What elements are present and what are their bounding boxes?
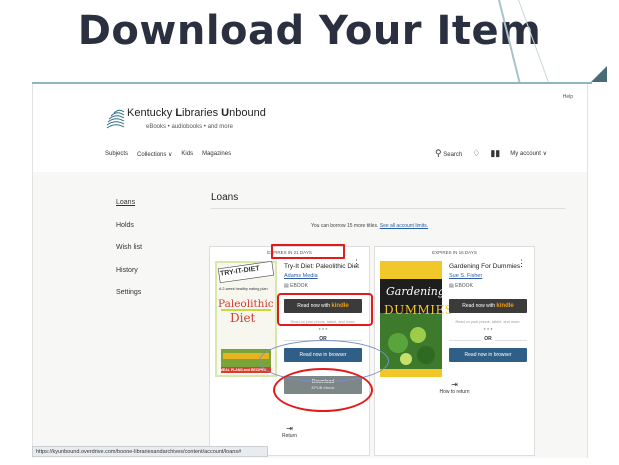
kindle-highlight	[277, 293, 373, 326]
brand-tagline: eBooks • audiobooks • and more	[146, 124, 233, 130]
website-screenshot: Help Kentucky Libraries Unbound eBooks •…	[32, 84, 588, 458]
search-label: Search	[443, 152, 463, 158]
nav-item-collections[interactable]: Collections ∨	[137, 151, 172, 158]
brand-name[interactable]: Kentucky Libraries Unbound	[127, 107, 266, 119]
help-link[interactable]: Help	[563, 94, 573, 100]
return-icon: ⇥	[451, 380, 458, 389]
search-button[interactable]: ⚲ Search	[435, 148, 462, 159]
or-text: OR	[481, 336, 495, 342]
cover-word1: Paleolithic	[218, 298, 274, 310]
book-cover[interactable]	[380, 261, 442, 377]
header-actions: ⚲ Search ♢ ▮▮ My account ∨	[435, 148, 547, 159]
read-note: Read on your phone, tablet, and more.	[455, 320, 521, 324]
format-label: ▤ EBOOK	[284, 283, 308, 289]
brand-letter: U	[221, 107, 230, 119]
book-author[interactable]: Sue S. Fisher	[449, 273, 482, 279]
page-title: Loans	[211, 192, 239, 203]
account-limits-link[interactable]: See all account limits.	[380, 223, 428, 229]
cover-word2: DUMMIES	[384, 303, 454, 317]
sidebar-item-settings[interactable]: Settings	[116, 282, 142, 305]
how-to-return-link[interactable]: ⇥ How to return	[375, 380, 534, 396]
divider	[211, 208, 565, 209]
borrow-note: You can borrow 15 more titles. See all a…	[311, 223, 428, 229]
nav-item-magazines[interactable]: Magazines	[202, 151, 231, 158]
brand-word: nbound	[229, 107, 266, 119]
read-in-browser-button[interactable]: Read now in browser	[449, 348, 527, 362]
brand-word: Kentucky	[127, 107, 176, 119]
or-label: OR	[449, 336, 527, 342]
cover-subtitle: A 2-week healthy eating plan	[219, 287, 268, 291]
cover-word1: Gardening	[386, 285, 445, 298]
expires-label: EXPIRES IN 16 DAYS	[432, 250, 477, 255]
sidebar-item-holds[interactable]: Holds	[116, 215, 142, 238]
book-icon: ▤	[284, 283, 289, 289]
sidebar-item-history[interactable]: History	[116, 260, 142, 283]
slide: Download Your Item Help Kentucky Librari…	[0, 0, 619, 465]
kindle-logo: kindle	[496, 303, 514, 309]
loan-card: EXPIRES IN 16 DAYS Gardening DUMMIES Gar…	[374, 246, 535, 456]
return-icon: ⇥	[286, 424, 293, 433]
nav-item-kids[interactable]: Kids	[181, 151, 193, 158]
nav-item-subjects[interactable]: Subjects	[105, 151, 128, 158]
more-options-icon[interactable]: ⋮	[517, 259, 526, 268]
sidebar-item-loans[interactable]: Loans	[116, 192, 142, 215]
more-options-icon[interactable]: ⋮	[352, 259, 361, 268]
book-title[interactable]: Gardening For Dummies	[449, 263, 520, 270]
brand-word: ibraries	[182, 107, 222, 119]
format-text: EBOOK	[290, 283, 308, 289]
kindle-button-label: Read now with	[462, 303, 496, 309]
browser-status-bar: https://kyunbound.overdrive.com/boone-li…	[32, 446, 268, 457]
return-button[interactable]: ⇥ Return	[210, 424, 369, 440]
book-author[interactable]: Adams Media	[284, 273, 318, 279]
device-icons: ● ● ●	[483, 327, 493, 331]
search-icon: ⚲	[434, 148, 442, 158]
decorative-triangle	[591, 66, 607, 82]
slide-title: Download Your Item	[77, 8, 542, 54]
format-text: EBOOK	[455, 283, 473, 289]
return-label: How to return	[439, 389, 470, 395]
main-nav: Subjects Collections ∨ Kids Magazines	[105, 151, 231, 158]
read-with-kindle-button[interactable]: Read now with kindle	[449, 299, 527, 313]
cover-word2: Diet	[230, 311, 256, 325]
download-highlight	[273, 368, 373, 412]
book-title[interactable]: Try-It Diet: Paleolithic Diet	[284, 263, 359, 270]
account-sidebar: Loans Holds Wish list History Settings	[116, 192, 142, 305]
return-label: Return	[281, 433, 297, 439]
bell-icon[interactable]: ♢	[472, 148, 480, 159]
sidebar-item-wish-list[interactable]: Wish list	[116, 237, 142, 260]
bookshelf-icon[interactable]: ▮▮	[490, 148, 500, 159]
book-icon: ▤	[449, 283, 454, 289]
library-logo-icon	[106, 109, 125, 129]
my-account-menu[interactable]: My account ∨	[510, 150, 547, 157]
device-icons: ● ● ●	[318, 327, 328, 331]
format-label: ▤ EBOOK	[449, 283, 473, 289]
expires-highlight	[271, 244, 345, 259]
borrow-note-text: You can borrow 15 more titles.	[311, 223, 379, 229]
